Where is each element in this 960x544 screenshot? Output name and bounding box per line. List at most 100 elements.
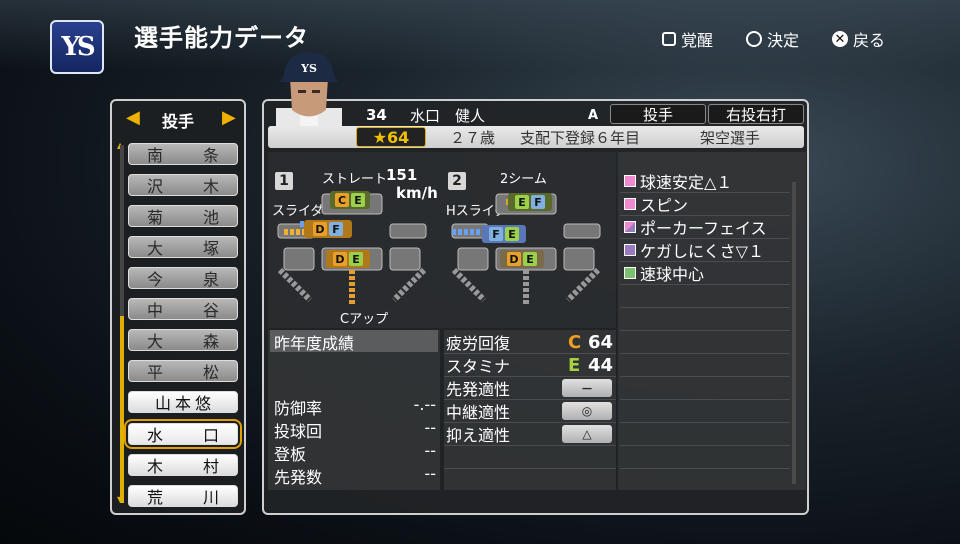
pitch-grade-sink1: D F	[304, 220, 352, 238]
confirm-button[interactable]: 決定	[746, 27, 799, 51]
ability-label: ケガしにくさ▽１	[640, 242, 764, 261]
divider	[620, 307, 790, 308]
ability-label: スピン	[640, 196, 689, 215]
next-category-icon[interactable]: ▶	[222, 107, 236, 128]
back-button[interactable]: ✕ 戻る	[832, 27, 885, 51]
closer-aptitude-label: 抑え適性	[446, 426, 511, 445]
player-type: 架空選手	[700, 129, 761, 147]
list-item[interactable]: 今 泉	[128, 267, 238, 289]
grade-letter: E	[349, 252, 363, 266]
square-button-icon	[662, 32, 676, 46]
divider	[620, 353, 790, 354]
appearances-label: 登板	[274, 445, 307, 464]
ability-color-icon	[624, 175, 636, 187]
innings-label: 投球回	[274, 422, 323, 441]
player-name: 水口 健人	[410, 106, 486, 125]
recovery-grade: C	[568, 331, 582, 353]
grade-letter: C	[335, 193, 349, 207]
reliever-aptitude-label: 中継適性	[446, 403, 511, 422]
player-info-bar: ２７歳 支配下登録６年目 架空選手	[268, 126, 804, 148]
divider	[620, 330, 790, 331]
ability-item[interactable]: 球速安定△１	[620, 170, 790, 192]
scrollbar-thumb[interactable]	[120, 316, 124, 503]
stamina-label: スタミナ	[446, 357, 511, 376]
position-tag: 投手	[610, 104, 706, 124]
abilities-scrollbar[interactable]	[792, 182, 796, 484]
grade-letter: D	[313, 222, 327, 236]
handedness-tag: 右投右打	[708, 104, 804, 124]
ability-color-icon	[624, 267, 636, 279]
ability-item[interactable]: スピン	[620, 193, 790, 215]
list-item[interactable]: 南 条	[128, 143, 238, 165]
recovery-value: 64	[588, 331, 614, 353]
innings-value: --	[424, 418, 436, 437]
fastball-speed: 151	[386, 166, 418, 184]
list-item[interactable]: 沢 木	[128, 174, 238, 196]
pitch-grade-change: D E	[326, 250, 370, 268]
reliever-aptitude-value: ◎	[562, 402, 612, 420]
divider	[444, 468, 616, 469]
awaken-label: 覚醒	[681, 31, 714, 50]
grade-letter: E	[505, 227, 519, 241]
ability-label: 球速安定△１	[640, 173, 733, 192]
player-list-panel: ◀ 投手 ▶ ▲ ▼ 南 条 沢 木 菊 池 大 塚 今 泉 中 谷 大 森 平…	[110, 99, 246, 515]
pitch-grade-hslider: F E	[482, 225, 526, 243]
divider	[620, 399, 790, 400]
divider	[620, 468, 790, 469]
ability-item[interactable]: ケガしにくさ▽１	[620, 239, 790, 261]
grade-letter: D	[507, 252, 521, 266]
grade-letter: E	[515, 195, 529, 209]
era-value: -.--	[413, 395, 436, 414]
hand-mark: A	[588, 107, 599, 123]
ability-color-icon	[624, 221, 636, 233]
list-item[interactable]: 大 森	[128, 329, 238, 351]
stamina-row: スタミナ E 44	[446, 354, 614, 377]
age: ２７歳	[450, 129, 496, 147]
list-item[interactable]: 菊 池	[128, 205, 238, 227]
divider	[620, 422, 790, 423]
pitch-grade-two-seam: E F	[508, 193, 552, 211]
starts-value: --	[424, 464, 436, 483]
stamina-grade: E	[568, 354, 581, 376]
uniform-number: 34	[366, 106, 387, 124]
list-item[interactable]: 荒 川	[128, 485, 238, 507]
list-item[interactable]: 中 谷	[128, 298, 238, 320]
ability-label: 速球中心	[640, 265, 705, 284]
grade-letter: F	[329, 222, 343, 236]
grade-letter: F	[489, 227, 503, 241]
team-logo: YS	[50, 20, 104, 74]
two-seam-label: 2シーム	[500, 172, 547, 187]
change-label: Cアップ	[340, 312, 389, 327]
pitch-grade-low2: D E	[500, 250, 544, 268]
grade-letter: E	[351, 193, 365, 207]
svg-text:YS: YS	[300, 62, 317, 75]
ability-item[interactable]: 速球中心	[620, 262, 790, 284]
stamina-value: 44	[588, 354, 614, 376]
list-item[interactable]: 平 松	[128, 360, 238, 382]
season-header: 昨年度成績	[270, 330, 438, 353]
ability-color-icon	[624, 198, 636, 210]
list-item[interactable]: 大 塚	[128, 236, 238, 258]
overall-rating: ★64	[356, 127, 426, 147]
ability-item[interactable]: ポーカーフェイス	[620, 216, 790, 238]
appearances-value: --	[424, 441, 436, 460]
starter-aptitude-value: －	[562, 379, 612, 397]
confirm-label: 決定	[767, 31, 800, 50]
list-item[interactable]: 木 村	[128, 454, 238, 476]
list-item-selected[interactable]: 水 口	[124, 419, 242, 449]
starter-aptitude-label: 先発適性	[446, 380, 511, 399]
recovery-label: 疲労回復	[446, 334, 511, 353]
ability-color-icon	[624, 244, 636, 256]
ability-label: ポーカーフェイス	[640, 219, 767, 238]
era-label: 防御率	[274, 399, 323, 418]
pitch-grade-slider: C E	[330, 191, 370, 209]
fastball-label: ストレート	[322, 172, 388, 187]
grade-letter: F	[531, 195, 545, 209]
starts-label: 先発数	[274, 468, 323, 487]
divider	[620, 376, 790, 377]
scroll-down-icon[interactable]: ▼	[117, 495, 123, 504]
grade-letter: E	[523, 252, 537, 266]
list-item[interactable]: 山本悠	[128, 391, 238, 413]
divider	[620, 445, 790, 446]
awaken-button[interactable]: 覚醒	[662, 27, 713, 51]
